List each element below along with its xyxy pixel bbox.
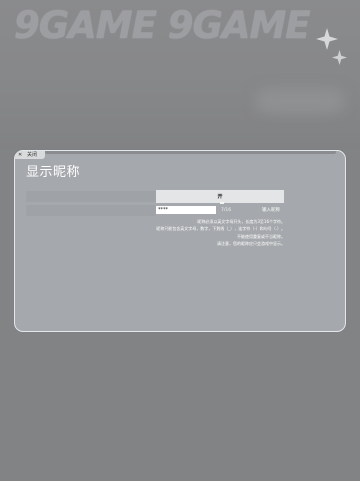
nickname-input[interactable]: **** — [156, 206, 216, 214]
sparkle-small-icon — [332, 50, 347, 65]
nickname-rules: 昵称必须以英文字母开头，长度为3至16个字符。 昵称只能包含英文字母，数字，下划… — [85, 218, 285, 248]
rule-line: 请注意，您的昵称应只会游戏中显示。 — [217, 241, 285, 247]
show-nickname-row: 显示昵称 开 — [26, 190, 284, 204]
row-label-background — [26, 191, 156, 202]
nickname-dialog: ✕ 关闭 显示昵称 显示昵称 开 输入昵称 **** 7/16 昵称必须以英文字… — [14, 150, 346, 332]
dialog-top-strip — [45, 151, 336, 154]
game-banner-logo: 9GAME 9GAME — [14, 4, 311, 47]
rule-line: 昵称必须以英文字母开头，长度为3至16个字符。 — [197, 219, 285, 224]
close-button[interactable]: ✕ 关闭 — [15, 151, 45, 159]
character-count: 7/16 — [221, 208, 232, 213]
sparkle-icon — [316, 28, 338, 50]
row-label-background — [26, 205, 156, 216]
rule-line: 昵称只能包含英文字母，数字，下划线（_），连字符（-）和句号（.）。 — [156, 226, 285, 232]
rule-line: 不能使用重复或不当昵称。 — [237, 233, 285, 239]
close-label: 关闭 — [27, 152, 38, 158]
dialog-title: 显示昵称 — [26, 165, 81, 180]
toggle-indicator — [220, 202, 224, 204]
close-icon: ✕ — [18, 152, 23, 158]
blurred-decoration — [255, 88, 345, 114]
nickname-input-row: 输入昵称 **** 7/16 — [26, 205, 284, 216]
